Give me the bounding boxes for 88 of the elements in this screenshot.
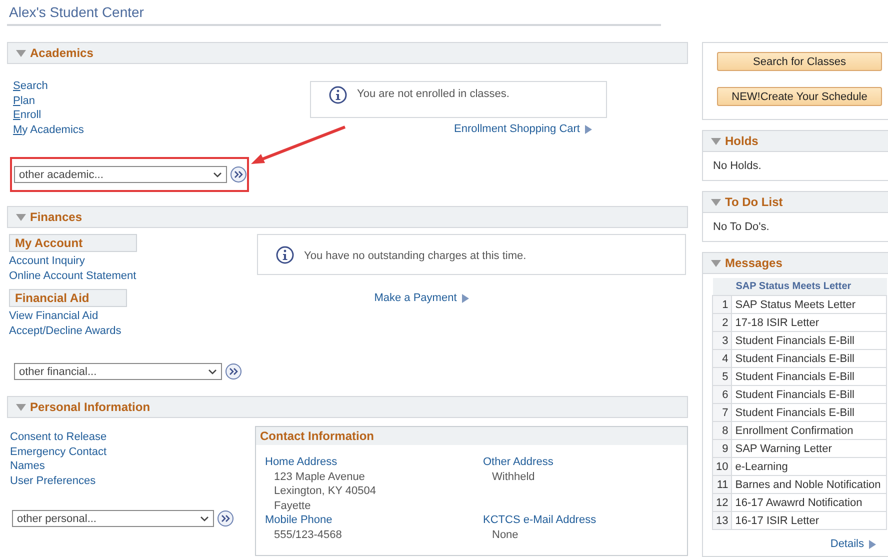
field-value: Fayette	[274, 498, 312, 513]
column-header: SAP Status Meets Letter	[732, 278, 886, 296]
finance-link[interactable]: Account Inquiry	[9, 254, 85, 268]
action-button[interactable]: Search for Classes	[717, 52, 882, 71]
info-icon	[276, 246, 294, 264]
play-icon	[462, 294, 469, 302]
message-cell[interactable]: Student Financials E-Bill	[732, 350, 886, 368]
row-number: 5	[712, 368, 732, 386]
chevron-down-icon	[213, 172, 222, 178]
field-label-link[interactable]: KCTCS e-Mail Address	[483, 513, 596, 528]
notice-text: You have no outstanding charges at this time.	[304, 248, 526, 262]
panel-title: To Do List	[725, 195, 783, 209]
payment-link[interactable]: Make a Payment	[374, 292, 469, 304]
message-cell[interactable]: Student Financials E-Bill	[732, 386, 886, 404]
dropdown[interactable]: other financial...	[14, 363, 222, 380]
collapse-icon[interactable]	[711, 198, 721, 206]
play-icon	[869, 540, 876, 548]
subsection-header: Financial Aid	[9, 289, 127, 307]
message-cell[interactable]: 16-17 ISIR Letter	[732, 512, 886, 530]
details-link[interactable]: Details	[830, 538, 876, 550]
page-title: Alex's Student Center	[7, 0, 661, 26]
nav-link[interactable]: My Academics	[13, 122, 84, 137]
row-number: 11	[712, 476, 732, 494]
section-title: Personal Information	[30, 400, 150, 414]
row-number: 13	[712, 512, 732, 530]
field-value: Withheld	[492, 470, 536, 484]
chevron-down-icon	[200, 516, 209, 522]
personal-link[interactable]: Emergency Contact	[10, 444, 107, 459]
nav-link[interactable]: Search	[13, 79, 48, 94]
finance-link[interactable]: Accept/Decline Awards	[9, 324, 122, 338]
message-cell[interactable]: Barnes and Noble Notification	[732, 476, 886, 494]
message-cell[interactable]: Enrollment Confirmation	[732, 422, 886, 440]
field-label-link[interactable]: Other Address	[483, 455, 554, 470]
panel-text: No Holds.	[712, 159, 762, 174]
message-cell[interactable]: SAP Warning Letter	[732, 440, 886, 458]
panel-text: No To Do's.	[712, 220, 770, 235]
play-icon	[585, 124, 592, 134]
message-cell[interactable]: 17-18 ISIR Letter	[732, 314, 886, 332]
personal-link[interactable]: Consent to Release	[10, 430, 107, 444]
dropdown[interactable]: other personal...	[12, 510, 214, 527]
personal-link[interactable]: User Preferences	[10, 474, 96, 488]
field-label-link[interactable]: Home Address	[265, 455, 338, 470]
finance-link[interactable]: View Financial Aid	[9, 309, 98, 324]
field-value: 555/123-4568	[274, 528, 343, 542]
message-cell[interactable]: Student Financials E-Bill	[732, 368, 886, 386]
row-number: 12	[712, 494, 732, 512]
go-icon[interactable]	[217, 510, 234, 527]
collapse-icon[interactable]	[711, 138, 721, 144]
collapse-icon[interactable]	[16, 50, 26, 56]
nav-link[interactable]: Plan	[13, 94, 36, 108]
chevron-down-icon	[208, 368, 217, 374]
row-number: 6	[712, 386, 732, 404]
row-number: 9	[712, 440, 732, 458]
subsection-header: My Account	[9, 234, 137, 252]
panel-title: Messages	[725, 256, 782, 270]
message-cell[interactable]: e-Learning	[732, 458, 886, 476]
message-cell[interactable]: Student Financials E-Bill	[732, 404, 886, 422]
shopping-cart-link[interactable]: Enrollment Shopping Cart	[454, 123, 592, 135]
message-cell[interactable]: 16-17 Awawrd Notification	[732, 494, 886, 512]
row-number: 4	[712, 350, 732, 368]
field-value: 123 Maple Avenue	[274, 470, 366, 484]
dropdown[interactable]: other academic...	[14, 166, 228, 183]
go-icon[interactable]	[225, 363, 242, 380]
field-value: None	[492, 528, 520, 542]
row-number: 7	[712, 404, 732, 422]
contact-title: Contact Information	[256, 427, 687, 445]
row-number: 3	[712, 332, 732, 350]
go-icon[interactable]	[230, 166, 247, 183]
finance-link[interactable]: Online Account Statement	[9, 268, 136, 283]
notice-text: You are not enrolled in classes.	[357, 87, 510, 100]
personal-link[interactable]: Names	[10, 459, 45, 474]
info-icon	[329, 86, 347, 104]
panel-title: Holds	[725, 134, 758, 148]
section-title: Finances	[30, 210, 82, 224]
row-number: 8	[712, 422, 732, 440]
row-number: 1	[712, 296, 732, 314]
row-number: 2	[712, 314, 732, 332]
row-number: 10	[712, 458, 732, 476]
collapse-icon[interactable]	[711, 260, 721, 266]
action-button[interactable]: NEW!Create Your Schedule	[717, 87, 882, 106]
section-title: Academics	[30, 46, 94, 60]
message-cell[interactable]: Student Financials E-Bill	[732, 332, 886, 350]
field-value: Lexington, KY 40504	[274, 484, 377, 498]
collapse-icon[interactable]	[16, 214, 26, 220]
field-label-link[interactable]: Mobile Phone	[265, 513, 332, 528]
nav-link[interactable]: Enroll	[13, 108, 42, 122]
message-cell[interactable]: SAP Status Meets Letter	[732, 296, 886, 314]
collapse-icon[interactable]	[16, 404, 26, 410]
